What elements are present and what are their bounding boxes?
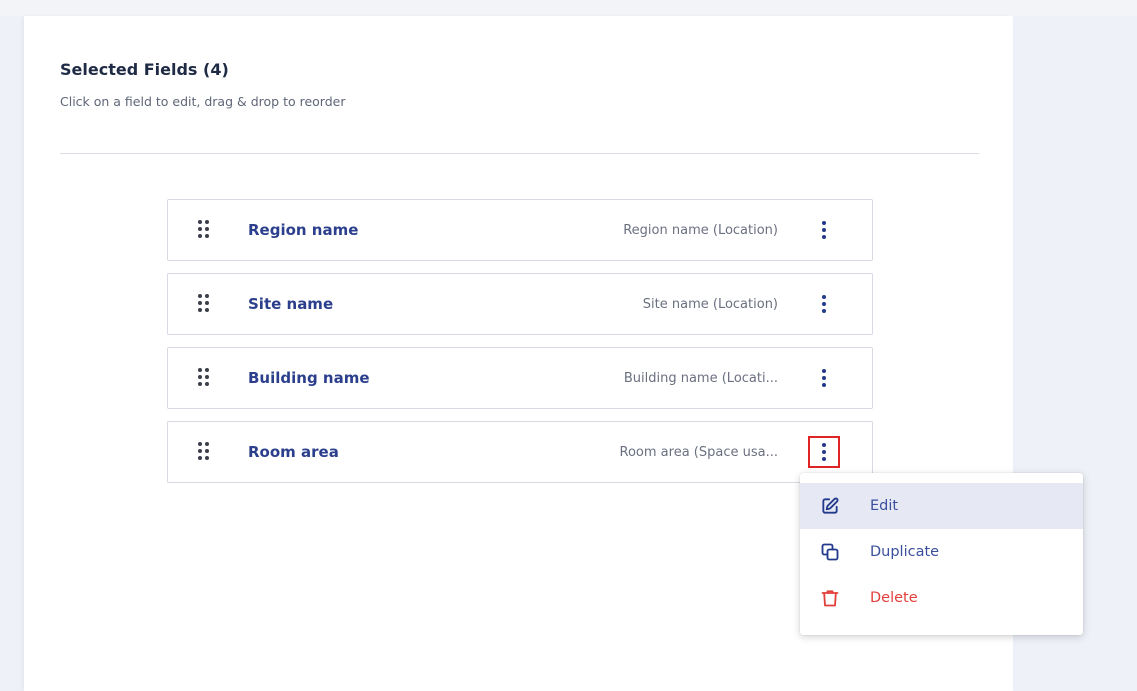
menu-item-label: Duplicate [870, 544, 940, 560]
field-list: Region name Region name (Location) Site … [167, 199, 873, 495]
field-row-building-name[interactable]: Building name Building name (Locati... [167, 347, 873, 409]
drag-handle-icon[interactable] [198, 442, 212, 462]
field-source: Region name (Location) [623, 223, 778, 238]
more-options-button[interactable] [808, 214, 840, 246]
menu-item-edit[interactable]: Edit [800, 483, 1083, 529]
field-name: Region name [248, 221, 359, 239]
more-vertical-icon [822, 295, 826, 313]
field-name: Room area [248, 443, 339, 461]
field-row-room-area[interactable]: Room area Room area (Space usa... [167, 421, 873, 483]
more-options-button-active[interactable] [808, 436, 840, 468]
drag-handle-icon[interactable] [198, 220, 212, 240]
menu-item-delete[interactable]: Delete [800, 575, 1083, 621]
panel-title: Selected Fields (4) [60, 60, 229, 79]
field-context-menu: Edit Duplicate Delete [800, 473, 1083, 635]
more-options-button[interactable] [808, 288, 840, 320]
copy-icon [821, 543, 839, 561]
pencil-square-icon [822, 497, 839, 514]
trash-icon [821, 590, 839, 607]
field-row-region-name[interactable]: Region name Region name (Location) [167, 199, 873, 261]
drag-handle-icon[interactable] [198, 368, 212, 388]
more-vertical-icon [822, 443, 826, 461]
field-row-site-name[interactable]: Site name Site name (Location) [167, 273, 873, 335]
field-source: Room area (Space usa... [619, 445, 778, 460]
menu-item-label: Delete [870, 590, 918, 606]
more-vertical-icon [822, 221, 826, 239]
menu-item-duplicate[interactable]: Duplicate [800, 529, 1083, 575]
top-strip [0, 0, 1137, 16]
panel-subtitle: Click on a field to edit, drag & drop to… [60, 94, 346, 109]
field-name: Site name [248, 295, 334, 313]
more-vertical-icon [822, 369, 826, 387]
menu-item-label: Edit [870, 498, 899, 514]
divider [60, 153, 979, 154]
field-name: Building name [248, 369, 370, 387]
field-source: Site name (Location) [642, 297, 778, 312]
more-options-button[interactable] [808, 362, 840, 394]
field-source: Building name (Locati... [623, 371, 778, 386]
drag-handle-icon[interactable] [198, 294, 212, 314]
